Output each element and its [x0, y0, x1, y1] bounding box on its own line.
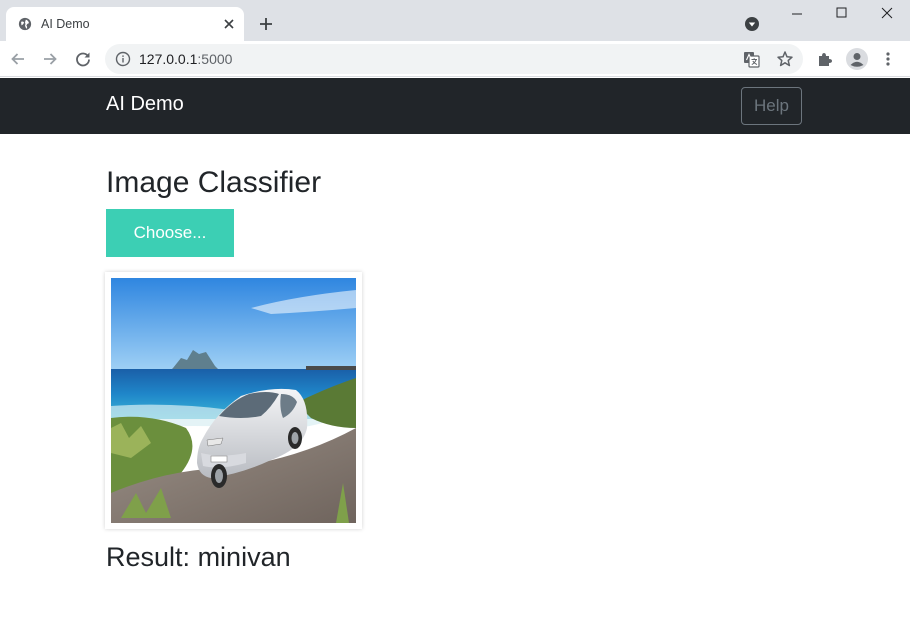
close-icon[interactable] [221, 16, 237, 32]
choose-file-button[interactable]: Choose... [106, 209, 234, 257]
window-close-icon[interactable] [864, 0, 910, 30]
help-button[interactable]: Help [741, 87, 802, 125]
uploaded-image [111, 278, 356, 523]
url-text[interactable]: 127.0.0.1:5000 [139, 51, 232, 67]
kebab-menu-icon[interactable] [880, 51, 896, 67]
browser-tab[interactable]: AI Demo [6, 7, 244, 41]
result-label: Result: [106, 542, 191, 572]
star-icon[interactable] [776, 50, 794, 68]
arrow-left-icon[interactable] [9, 50, 27, 68]
tab-search-icon[interactable] [744, 16, 760, 32]
globe-icon [18, 17, 32, 31]
new-tab-icon[interactable] [258, 16, 274, 32]
site-navbar: AI Demo Help [0, 78, 910, 134]
result-value: minivan [197, 542, 291, 572]
url-port: :5000 [197, 51, 233, 67]
page-title: Image Classifier [106, 166, 322, 199]
tab-title: AI Demo [41, 17, 90, 31]
image-preview [105, 272, 362, 529]
maximize-icon[interactable] [819, 0, 865, 30]
profile-icon[interactable] [846, 48, 868, 70]
reload-icon[interactable] [74, 50, 92, 68]
info-icon[interactable] [115, 51, 131, 67]
result-text: Result: minivan [106, 542, 291, 573]
url-host: 127.0.0.1 [139, 51, 198, 67]
navbar-brand[interactable]: AI Demo [106, 93, 184, 116]
browser-toolbar: 127.0.0.1:5000 [0, 41, 910, 77]
minimize-icon[interactable] [774, 0, 820, 30]
puzzle-icon[interactable] [816, 50, 834, 68]
browser-tabstrip: AI Demo [0, 0, 910, 41]
translate-icon[interactable] [743, 51, 760, 68]
address-bar[interactable]: 127.0.0.1:5000 [105, 44, 803, 74]
arrow-right-icon[interactable] [41, 50, 59, 68]
